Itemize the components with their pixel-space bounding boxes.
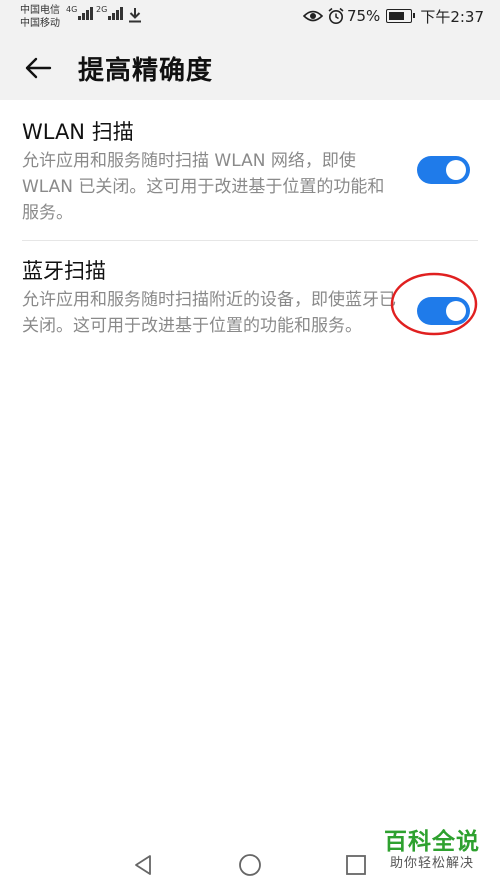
watermark-subtitle: 助你轻松解决 — [389, 856, 474, 871]
download-icon — [129, 8, 141, 23]
signal-icon: 4G — [66, 5, 94, 20]
toggle-knob — [446, 301, 466, 321]
setting-description: 允许应用和服务随时扫描 WLAN 网络，即使 WLAN 已关闭。这可用于改进基于… — [22, 151, 385, 223]
toggle-knob — [446, 160, 466, 180]
bluetooth-scan-toggle[interactable] — [417, 297, 470, 325]
setting-row-wlan-scan[interactable]: WLAN 扫描 允许应用和服务随时扫描 WLAN 网络，即使 WLAN 已关闭。… — [0, 100, 500, 240]
setting-title: 蓝牙扫描 — [22, 259, 106, 283]
nav-home-button[interactable] — [235, 850, 265, 880]
battery-fill — [389, 12, 404, 20]
status-right: 75% 下午2:37 — [302, 6, 484, 26]
home-circle-icon — [239, 854, 261, 876]
nav-recents-button[interactable] — [341, 850, 371, 880]
network-type-2: 2G — [96, 5, 108, 14]
back-triangle-icon — [135, 855, 151, 875]
carrier-1: 中国电信 — [20, 5, 60, 16]
nav-back-button[interactable] — [128, 850, 158, 880]
watermark-title: 百科全说 — [384, 829, 480, 855]
wlan-scan-toggle[interactable] — [417, 156, 470, 184]
battery-icon — [386, 9, 416, 23]
network-type-1: 4G — [66, 5, 78, 14]
watermark: 百科全说 助你轻松解决 — [377, 828, 487, 872]
battery-percent: 75% — [346, 7, 381, 25]
setting-title: WLAN 扫描 — [22, 120, 134, 144]
signal-icon-2: 2G — [96, 5, 124, 20]
status-time: 下午2:37 — [420, 7, 484, 26]
eye-icon — [302, 10, 323, 22]
carrier-2: 中国移动 — [20, 18, 60, 29]
arrow-left-icon — [25, 57, 52, 79]
setting-description: 允许应用和服务随时扫描附近的设备，即使蓝牙已关闭。这可用于改进基于位置的功能和服… — [22, 290, 396, 336]
setting-row-bluetooth-scan[interactable]: 蓝牙扫描 允许应用和服务随时扫描附近的设备，即使蓝牙已关闭。这可用于改进基于位置… — [0, 241, 500, 381]
carrier-labels: 中国电信 中国移动 — [20, 4, 60, 30]
recents-square-icon — [346, 855, 366, 875]
status-bar: 中国电信 中国移动 4G 2G 75% 下午2:37 — [0, 0, 500, 32]
page-title: 提高精确度 — [78, 56, 214, 86]
back-button[interactable] — [20, 50, 56, 86]
alarm-icon — [328, 7, 344, 24]
